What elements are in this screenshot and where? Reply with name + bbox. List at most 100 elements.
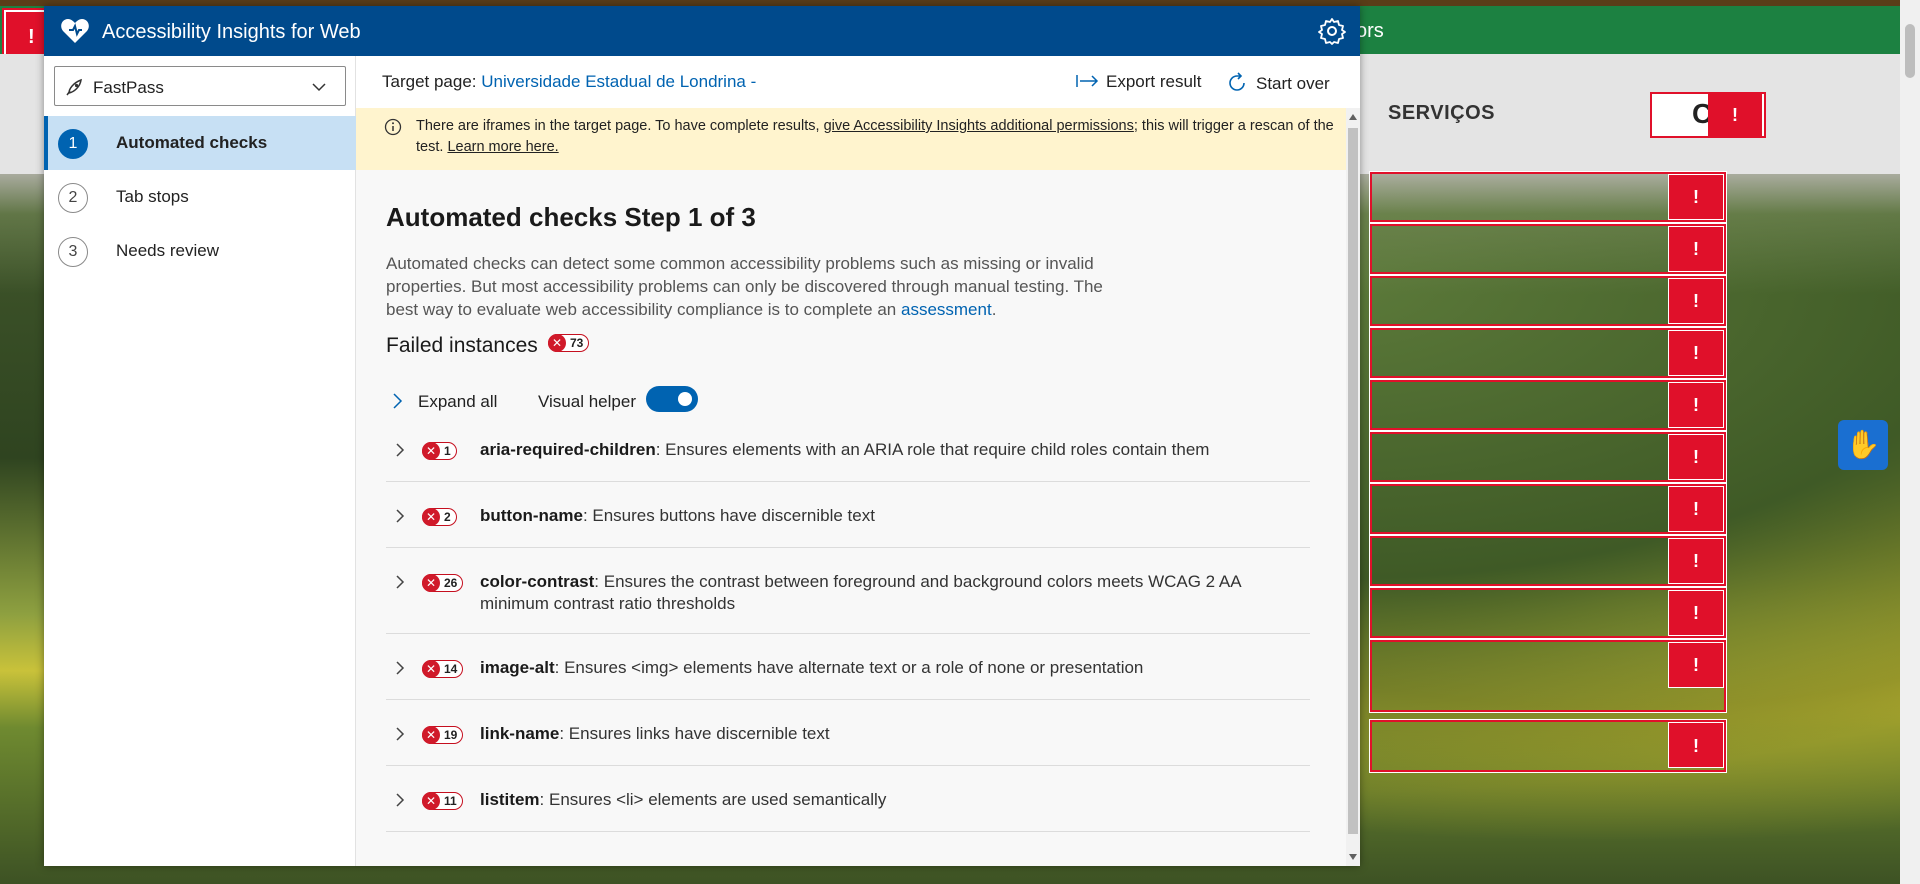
site-error-highlight: ! [1369, 535, 1727, 587]
rule-text: listitem: Ensures <li> elements are used… [480, 789, 1280, 811]
chevron-right-icon[interactable] [394, 726, 406, 742]
site-nav-servicos[interactable]: SERVIÇOS [1388, 102, 1495, 125]
rule-text: color-contrast: Ensures the contrast bet… [480, 571, 1280, 615]
site-error-marker: ! [1668, 434, 1724, 480]
failure-count-badge: ✕ 14 [422, 659, 464, 678]
sidebar-item-needs-review[interactable]: 3 Needs review [44, 224, 356, 278]
rule-row-button-name[interactable]: ✕ 2 button-name: Ensures buttons have disc… [386, 494, 1310, 548]
scroll-up-arrow-icon[interactable] [1349, 114, 1357, 120]
rule-text: aria-required-children: Ensures elements… [480, 439, 1280, 461]
rule-row-aria-required-children[interactable]: ✕ 1 aria-required-children: Ensures elemen… [386, 428, 1310, 482]
failure-count-value: 1 [444, 444, 451, 458]
start-over-label: Start over [1256, 74, 1330, 93]
error-x-icon: ✕ [548, 333, 566, 352]
rule-name: image-alt [480, 658, 555, 677]
site-error-highlight: ! [1369, 171, 1727, 223]
chevron-right-icon[interactable] [394, 508, 406, 524]
sidebar-item-automated-checks[interactable]: 1 Automated checks [44, 116, 356, 170]
scrollbar-thumb[interactable] [1348, 128, 1358, 834]
site-error-marker: ! [1668, 590, 1724, 636]
error-x-icon: ✕ [422, 573, 440, 592]
error-x-icon: ✕ [422, 507, 440, 526]
chevron-down-icon [312, 83, 326, 92]
site-error-highlight: ! [1369, 275, 1727, 327]
failure-count-badge: ✕ 19 [422, 725, 464, 744]
site-error-highlight: ! [1369, 639, 1727, 713]
mode-selector-dropdown[interactable]: FastPass [54, 66, 346, 106]
rule-row-listitem[interactable]: ✕ 11 listitem: Ensures <li> elements are u… [386, 778, 1310, 832]
rule-row-color-contrast[interactable]: ✕ 26 color-contrast: Ensures the contrast … [386, 560, 1310, 634]
page-scrollbar-thumb[interactable] [1905, 24, 1915, 78]
visual-helper-toggle[interactable] [646, 386, 698, 412]
rule-description: : Ensures <img> elements have alternate … [554, 658, 1144, 677]
failure-count-value: 11 [444, 794, 457, 808]
site-error-marker: ! [1668, 382, 1724, 428]
target-page: Target page: Universidade Estadual de Lo… [382, 72, 756, 92]
sidebar-item-label: Tab stops [116, 187, 189, 206]
rule-row-image-alt[interactable]: ✕ 14 image-alt: Ensures <img> elements hav… [386, 646, 1310, 700]
target-page-label: Target page: [382, 72, 482, 91]
assessment-link[interactable]: assessment [901, 300, 992, 319]
description-text: . [991, 300, 997, 319]
error-x-icon: ✕ [422, 659, 440, 678]
gear-icon[interactable] [1318, 17, 1346, 45]
mode-selector-value: FastPass [93, 78, 164, 97]
site-error-marker: ! [1668, 278, 1724, 324]
scroll-down-arrow-icon[interactable] [1349, 854, 1357, 860]
site-error-marker: ! [1668, 642, 1724, 688]
error-x-icon: ✕ [422, 441, 440, 460]
site-error-marker: ! [1668, 722, 1724, 768]
title-bar: Accessibility Insights for Web [44, 6, 1360, 56]
failure-count-value: 14 [444, 662, 458, 676]
failure-count-value: 2 [444, 510, 451, 524]
rule-name: listitem [480, 790, 540, 809]
rule-name: color-contrast [480, 572, 595, 591]
left-navigation: FastPass 1 Automated checks 2 Tab stops … [44, 56, 356, 866]
site-error-highlight: ! [1369, 483, 1727, 535]
rule-description: : Ensures elements with an ARIA role tha… [655, 440, 1210, 459]
target-page-link[interactable]: Universidade Estadual de Londrina - [481, 72, 756, 91]
site-error-highlight: ! [1369, 327, 1727, 379]
chevron-right-icon[interactable] [394, 660, 406, 676]
site-header-text[interactable]: ors [1356, 20, 1384, 43]
site-error-marker: ! [1668, 174, 1724, 220]
sign-language-icon[interactable]: ✋ [1838, 420, 1888, 470]
error-x-icon: ✕ [422, 725, 440, 744]
page-title: Automated checks Step 1 of 3 [386, 202, 756, 232]
rule-name: aria-required-children [480, 440, 656, 459]
toggle-knob [678, 392, 692, 406]
sidebar-item-tab-stops[interactable]: 2 Tab stops [44, 170, 356, 224]
content-scrollbar[interactable] [1346, 108, 1360, 866]
chevron-right-icon [393, 393, 403, 409]
page-scrollbar[interactable] [1900, 0, 1920, 884]
expand-all-label: Expand all [418, 392, 498, 411]
permissions-link[interactable]: give Accessibility Insights additional p… [824, 118, 1134, 134]
accessibility-insights-panel: Accessibility Insights for Web FastPass … [44, 6, 1360, 866]
site-error-marker: ! [1708, 94, 1762, 136]
site-error-marker: ! [1668, 226, 1724, 272]
failed-count-value: 73 [570, 336, 584, 350]
failure-count-value: 26 [444, 576, 458, 590]
failure-count-badge: ✕ 2 [422, 507, 457, 526]
site-error-marker: ! [1668, 486, 1724, 532]
sidebar-item-label: Needs review [116, 241, 219, 260]
export-result-button[interactable]: Export result [1076, 72, 1201, 92]
learn-more-link[interactable]: Learn more here. [447, 139, 558, 155]
rule-row-link-name[interactable]: ✕ 19 link-name: Ensures links have discern… [386, 712, 1310, 766]
step-number: 2 [58, 183, 88, 213]
rule-description: : Ensures buttons have discernible text [582, 506, 875, 525]
rule-name: link-name [480, 724, 560, 743]
chevron-right-icon[interactable] [394, 574, 406, 590]
chevron-right-icon[interactable] [394, 792, 406, 808]
start-over-button[interactable]: Start over [1226, 72, 1330, 94]
heart-logo-icon [61, 19, 89, 43]
failure-count-value: 19 [444, 728, 458, 742]
failed-instances-heading: Failed instances [386, 334, 538, 357]
step-number: 3 [58, 237, 88, 267]
chevron-right-icon[interactable] [394, 442, 406, 458]
site-error-marker: ! [1668, 330, 1724, 376]
site-search-error-box[interactable]: C ! [1650, 92, 1766, 138]
expand-all-button[interactable]: Expand all [390, 392, 497, 412]
step-number: 1 [58, 129, 88, 159]
page-description: Automated checks can detect some common … [386, 252, 1116, 321]
